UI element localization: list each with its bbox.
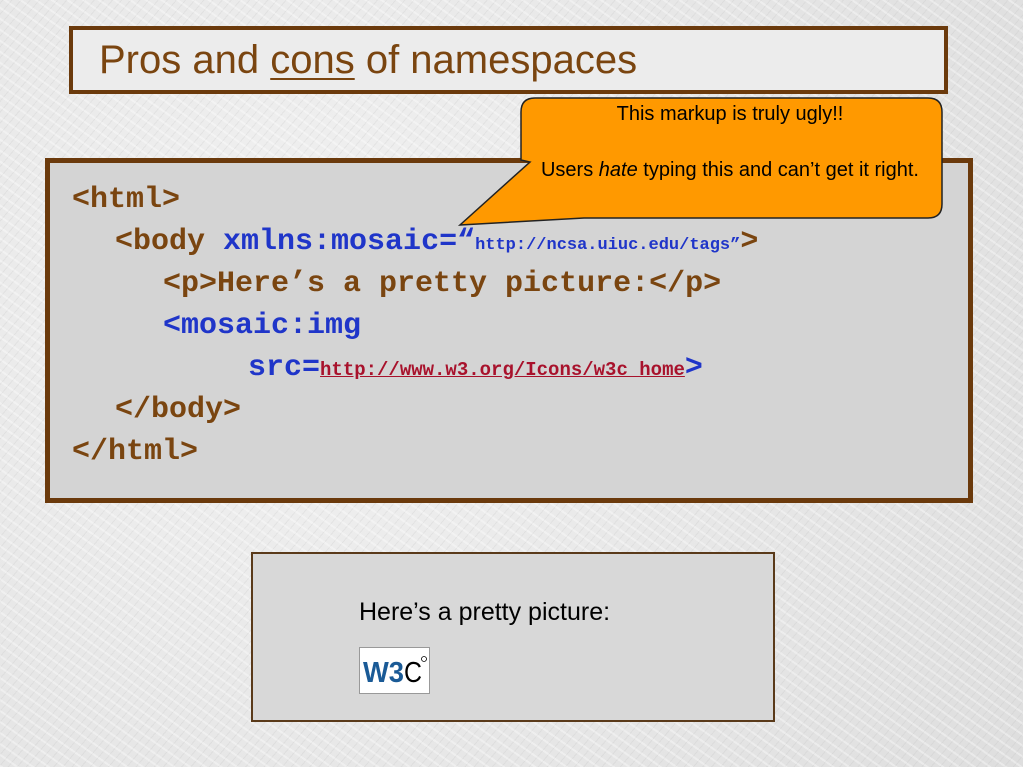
code-namespace-url: http://ncsa.uiuc.edu/tags” — [475, 236, 741, 255]
svg-text:C: C — [404, 657, 422, 689]
callout-line-2: Users hate typing this and can’t get it … — [522, 156, 938, 184]
callout-line-2-start: Users — [540, 159, 599, 181]
title-text-underlined: cons — [270, 38, 355, 82]
slide-title: Pros and cons of namespaces — [99, 38, 637, 83]
code-line-html-close: </html> — [72, 435, 199, 469]
code-example-box: <html> <body xmlns:mosaic=“http://ncsa.u… — [45, 158, 973, 503]
code-src-attr: src= — [248, 351, 321, 385]
code-line-body-close: </body> — [115, 393, 242, 427]
callout-hate-emphasis: hate — [598, 159, 638, 181]
rendered-output-box: Here’s a pretty picture: W3 C — [251, 552, 775, 722]
code-src-link[interactable]: http://www.w3.org/Icons/w3c_home — [320, 359, 685, 381]
code-line-html-open: <html> — [72, 183, 181, 217]
svg-text:W3: W3 — [363, 657, 404, 689]
callout-line-1: This markup is truly ugly!! — [616, 103, 844, 125]
title-text-end: of namespaces — [354, 38, 638, 82]
code-line-src: src=http://www.w3.org/Icons/w3c_home> — [248, 351, 703, 385]
code-xmlns-attr: xmlns:mosaic=“ — [223, 225, 476, 259]
title-text-start: Pros and — [99, 38, 271, 82]
callout-text: This markup is truly ugly!! Users hate t… — [522, 100, 938, 184]
code-line-mosaic-img: <mosaic:img — [163, 309, 362, 343]
rendered-paragraph: Here’s a pretty picture: — [359, 598, 611, 626]
code-line-paragraph: <p>Here’s a pretty picture:</p> — [163, 267, 722, 301]
w3c-logo-image: W3 C — [359, 647, 430, 694]
code-body-tag: <body — [115, 225, 224, 259]
code-line-body-open: <body xmlns:mosaic=“http://ncsa.uiuc.edu… — [115, 225, 758, 259]
callout-line-2-end: typing this and can’t get it right. — [637, 159, 919, 181]
code-body-close-bracket: > — [740, 225, 759, 259]
code-img-close-bracket: > — [684, 351, 703, 385]
w3c-logo-icon: W3 C — [360, 648, 429, 693]
slide-title-box: Pros and cons of namespaces — [69, 26, 948, 94]
